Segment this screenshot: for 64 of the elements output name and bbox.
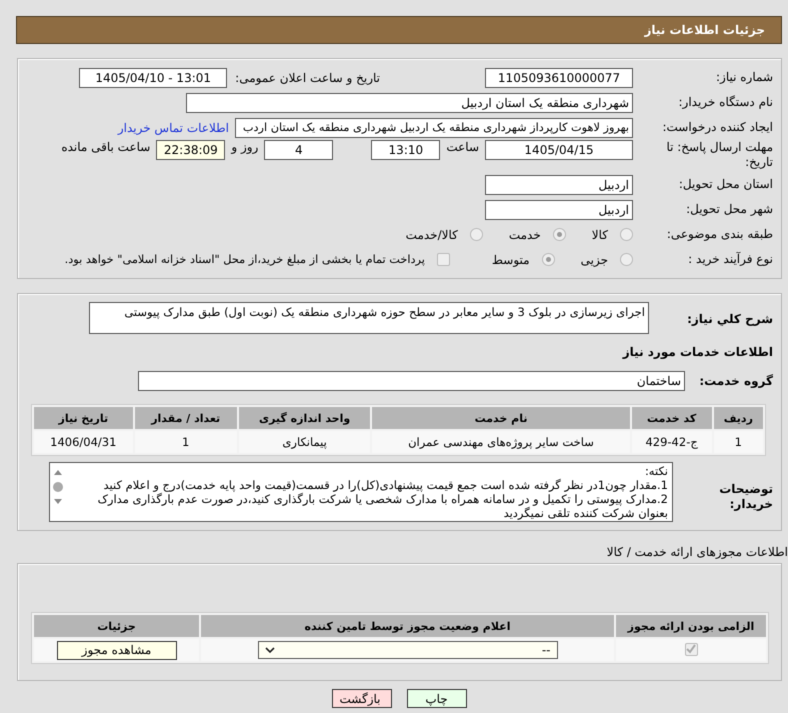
- buyer-field[interactable]: شهرداری منطقه یک استان اردبیل: [186, 92, 633, 112]
- print-button[interactable]: چاپ: [406, 689, 466, 708]
- radio-button[interactable]: [552, 228, 566, 241]
- checkbox[interactable]: [684, 642, 698, 656]
- remaining-time-field[interactable]: 22:38:09: [156, 140, 226, 160]
- checkbox[interactable]: [436, 253, 450, 266]
- contact-link[interactable]: اطلاعات تماس خریدار: [118, 120, 229, 134]
- field-label: نوع فرآیند خرید :: [687, 252, 774, 267]
- column-header: جزئیات: [34, 615, 199, 637]
- table-cell: 1: [134, 431, 237, 453]
- column-header: اعلام وضعیت مجوز توسط تامین کننده: [201, 615, 614, 637]
- description-field[interactable]: اجرای زیرسازی در بلوک 3 و سایر معابر در سطح حوزه شهرداری منطقه یک (نوبت اول) طبق مدارک پیوستی: [89, 302, 649, 334]
- field-label: تاریخ و ساعت اعلان عمومی:: [235, 70, 380, 84]
- need-number-field[interactable]: 1105093610000077: [485, 68, 633, 88]
- field-label: شهر محل تحویل:: [685, 202, 774, 217]
- notes-field[interactable]: نکته: 1.مقدار چون1در نظر گرفته شده است جمع قیمت پیشنهادی(کل)را در قسمت(قیمت واحد پایه خدمت)درج و اعلام کنید 2.مدارک پیوستی را تکمیل و در سامانه همراه با مدارک شخصی یا شرکت بارگذاری کنید،در صورت عدم بارگذاری مدارک بعنوان شرکت کننده تلقی نمیگردید: [49, 462, 673, 522]
- column-header: تاریخ نیاز: [34, 407, 133, 429]
- creator-field[interactable]: بهروز لاهوت کارپرداز شهرداری منطقه یک اردبیل شهرداری منطقه یک استان اردب: [235, 118, 633, 138]
- radio-button[interactable]: [620, 253, 633, 266]
- column-header: نام خدمت: [372, 407, 630, 429]
- field-label: ایجاد کننده درخواست:: [661, 120, 774, 135]
- field-label: روز و: [231, 140, 258, 154]
- radio-button[interactable]: [470, 228, 483, 241]
- radio-label: جزیی: [580, 252, 608, 266]
- chevron-down-icon: [264, 646, 274, 654]
- field-label: ساعت: [446, 140, 479, 154]
- column-header: کد خدمت: [632, 407, 712, 429]
- radio-label: کالا: [592, 228, 608, 242]
- status-dropdown[interactable]: --: [258, 641, 558, 659]
- field-label: نام دستگاه خریدار:: [678, 95, 774, 110]
- field-label: ساعت باقی مانده: [61, 140, 150, 154]
- days-field[interactable]: 4: [264, 140, 334, 160]
- field-label: توضیحات خریدار:: [718, 481, 774, 512]
- radio-label: متوسط: [492, 252, 530, 266]
- table-cell: 1406/04/31: [34, 431, 133, 453]
- column-header: ردیف: [714, 407, 763, 429]
- province-field[interactable]: اردبیل: [485, 174, 633, 194]
- table-cell: ج-42-429: [632, 431, 712, 453]
- back-button[interactable]: بازگشت: [332, 689, 392, 708]
- column-header: الزامی بودن ارائه مجوز: [616, 615, 766, 637]
- page-title: جزئیات اطلاعات نیاز: [644, 23, 765, 37]
- table-cell: 1: [714, 431, 763, 453]
- deadline-date-field[interactable]: 1405/04/15: [485, 140, 633, 160]
- deadline-time-field[interactable]: 13:10: [371, 140, 440, 160]
- service-group-field[interactable]: ساختمان: [138, 371, 685, 391]
- field-label: شماره نیاز:: [715, 70, 774, 85]
- field-label: استان محل تحویل:: [678, 177, 774, 192]
- city-field[interactable]: اردبیل: [485, 200, 633, 220]
- column-header: واحد اندازه گیری: [238, 407, 370, 429]
- section-title: اطلاعات مجوزهای ارائه خدمت / کالا: [606, 545, 788, 559]
- field-label: مهلت ارسال پاسخ: تا تاریخ:: [665, 140, 774, 170]
- view-license-button[interactable]: مشاهده مجوز: [56, 640, 176, 660]
- announce-date-field[interactable]: 1405/04/10 - 13:01: [79, 68, 228, 88]
- table-cell: پیمانکاری: [238, 431, 370, 453]
- radio-button[interactable]: [542, 253, 555, 266]
- field-label: طبقه بندی موضوعی:: [666, 227, 774, 242]
- radio-button[interactable]: [620, 228, 633, 241]
- radio-label: خدمت: [508, 228, 541, 242]
- table-cell: ساخت سایر پروژه‌های مهندسی عمران: [372, 431, 630, 453]
- section-heading: اطلاعات خدمات مورد نیاز: [621, 344, 774, 360]
- column-header: تعداد / مقدار: [134, 407, 237, 429]
- checkbox-label: پرداخت تمام یا بخشی از مبلغ خرید،از محل "اسناد خزانه اسلامی" خواهد بود.: [64, 253, 425, 266]
- radio-label: کالا/خدمت: [406, 228, 458, 242]
- field-label: گروه خدمت:: [698, 374, 774, 388]
